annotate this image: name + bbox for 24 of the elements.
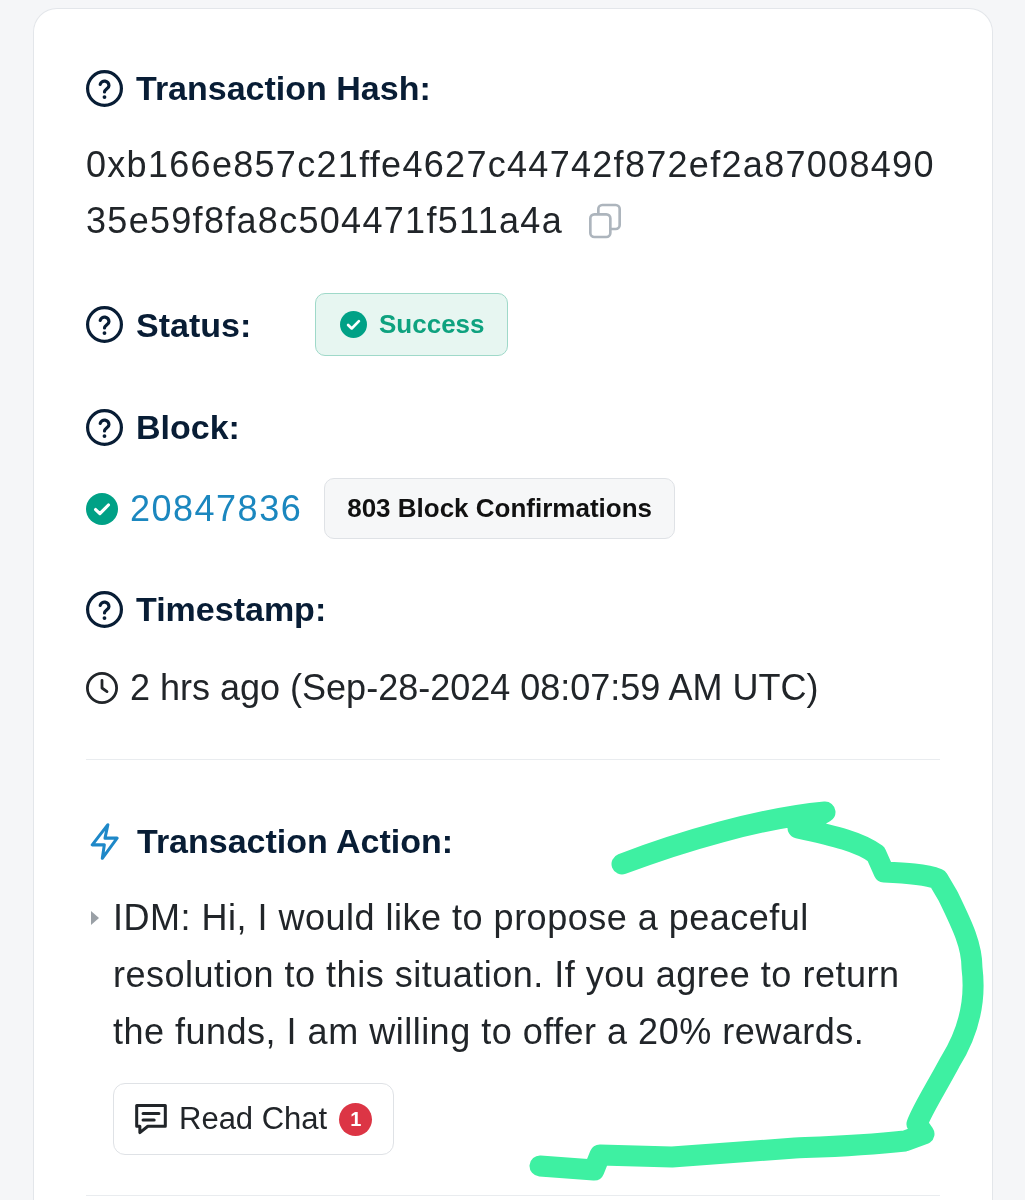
chat-icon: [135, 1103, 167, 1135]
transaction-hash-line: 35e59f8fa8c504471f511a4a: [86, 199, 563, 243]
status-label: Status:: [136, 304, 252, 346]
transaction-hash-line: 0xb166e857c21ffe4627c44742f872ef2a87008490: [86, 143, 935, 187]
clock-icon: [86, 672, 118, 704]
read-chat-button[interactable]: Read Chat 1: [113, 1083, 395, 1155]
action-message: IDM: Hi, I would like to propose a peaceful resolution to this situation. If you agree to return the funds, I am willing to offer a 20% rewards.: [113, 896, 901, 1054]
lightning-icon: [90, 822, 119, 860]
block-number-link[interactable]: 20847836: [130, 487, 303, 530]
help-icon: [86, 306, 123, 343]
transaction-hash-label: Transaction Hash:: [136, 68, 431, 109]
caret-icon: [90, 910, 100, 926]
unread-count-badge: 1: [339, 1102, 373, 1136]
block-label: Block:: [136, 407, 240, 448]
copy-icon[interactable]: [588, 203, 621, 239]
check-circle-icon: [340, 311, 367, 338]
timestamp-value: 2 hrs ago (Sep-28-2024 08:07:59 AM UTC): [130, 667, 819, 709]
help-icon: [86, 69, 123, 107]
help-icon: [86, 408, 123, 446]
timestamp-label: Timestamp:: [136, 589, 327, 630]
confirmations-badge: 803 Block Confirmations: [324, 478, 676, 539]
transaction-action-label: Transaction Action:: [137, 821, 454, 862]
help-icon: [86, 590, 123, 628]
status-badge: Success: [315, 293, 508, 356]
